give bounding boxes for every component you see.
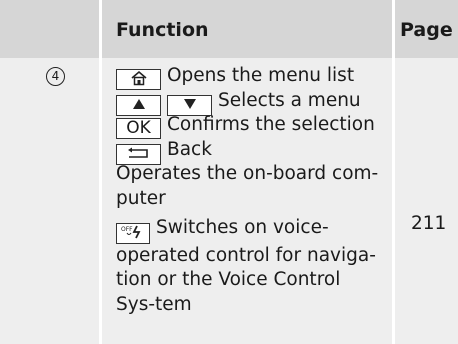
line-voice: OFF Switches on voice-operated control f… — [116, 216, 380, 318]
ok-key-icon: OK — [116, 118, 161, 140]
line-back: Back — [116, 138, 380, 165]
selects-text: Selects a menu — [218, 89, 361, 111]
line-confirms: OK Confirms the selection — [116, 113, 380, 140]
page-number: 211 — [411, 213, 447, 234]
voice-text: Switches on voice-operated control for n… — [116, 216, 376, 315]
voice-key-icon: OFF — [116, 222, 150, 244]
line-selects: Selects a menu — [116, 89, 380, 116]
header-function: Function — [116, 19, 209, 41]
svg-text:OFF: OFF — [121, 226, 133, 233]
home-key-icon — [116, 69, 161, 90]
menu-list-text: Opens the menu list — [167, 65, 355, 86]
column-separator — [392, 0, 395, 344]
line-menu-list: Opens the menu list — [116, 64, 380, 90]
confirms-text: Confirms the selection — [167, 114, 375, 136]
item-number: 4 — [46, 67, 65, 86]
column-separator — [99, 0, 102, 344]
function-description: Opens the menu list Selects a menu OK Con… — [116, 64, 380, 317]
back-text: Back — [167, 138, 212, 160]
header-page: Page — [400, 19, 453, 41]
onboard-text: Operates the on-board com-puter — [116, 163, 379, 209]
table-header: Function Page — [0, 0, 458, 58]
